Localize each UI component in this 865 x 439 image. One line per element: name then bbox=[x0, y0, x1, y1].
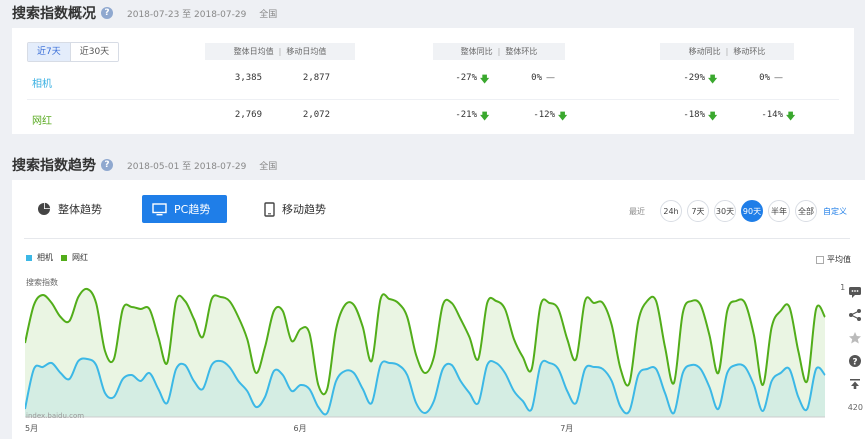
trend-header: 搜索指数趋势 ? 2018-05-01 至 2018-07-29 全国 bbox=[12, 152, 287, 178]
average-label: 平均值 bbox=[827, 255, 851, 264]
divider bbox=[24, 238, 850, 239]
range-half-year-button[interactable]: 半年 bbox=[768, 200, 790, 222]
help-icon[interactable]: ? bbox=[101, 159, 113, 171]
column-mobile-yoy: 移动同比 bbox=[688, 47, 721, 56]
tab-overall-trend[interactable]: 整体趋势 bbox=[27, 195, 112, 223]
down-arrow-icon: 🡇 bbox=[786, 112, 796, 122]
overall-yoy-value: -21% bbox=[455, 110, 477, 120]
down-arrow-icon: 🡇 bbox=[558, 112, 568, 122]
mobile-avg-value: 2,072 bbox=[302, 110, 330, 120]
watermark: index.baidu.com bbox=[26, 412, 85, 420]
column-mobile-qoq: 移动环比 bbox=[733, 47, 766, 56]
range-label: 最近 bbox=[629, 206, 645, 216]
column-header-overall-change: 整体同比 | 整体环比 bbox=[433, 43, 565, 60]
range-all-button[interactable]: 全部 bbox=[795, 200, 817, 222]
keyword-label[interactable]: 相机 bbox=[32, 75, 52, 90]
legend-swatch bbox=[26, 254, 32, 261]
range-7d-button[interactable]: 7天 bbox=[687, 200, 709, 222]
star-icon[interactable] bbox=[845, 326, 865, 349]
column-header-averages: 整体日均值 | 移动日均值 bbox=[205, 43, 355, 60]
range-30d-button[interactable]: 30天 bbox=[714, 200, 736, 222]
overall-avg-value: 2,769 bbox=[234, 110, 262, 120]
svg-text:?: ? bbox=[852, 357, 857, 367]
x-tick-label: 5月 bbox=[25, 424, 39, 433]
legend-label: 网红 bbox=[72, 253, 88, 262]
trend-chart[interactable] bbox=[25, 285, 839, 435]
custom-range-link[interactable]: 自定义 bbox=[823, 206, 847, 217]
overall-qoq-value: 0% bbox=[531, 73, 542, 83]
table-row: 相机 3,385 2,877 -27% 🡇 0% — -29% 🡇 0% — bbox=[12, 62, 854, 96]
column-mobile-avg: 移动日均值 bbox=[286, 47, 327, 56]
column-overall-yoy: 整体同比 bbox=[460, 47, 493, 56]
trend-region: 全国 bbox=[259, 161, 278, 172]
legend-label: 相机 bbox=[37, 253, 53, 262]
x-tick-label: 6月 bbox=[293, 424, 307, 433]
average-checkbox[interactable] bbox=[816, 255, 824, 264]
overall-yoy-value: -27% bbox=[455, 73, 477, 83]
trend-date-range: 2018-05-01 至 2018-07-29 bbox=[127, 161, 247, 172]
down-arrow-icon: 🡇 bbox=[708, 112, 718, 122]
overview-panel: 近7天 近30天 整体日均值 | 移动日均值 整体同比 | 整体环比 移动同比 | 移动环比… bbox=[12, 28, 854, 134]
flat-mark: — bbox=[774, 73, 783, 83]
column-overall-qoq: 整体环比 bbox=[505, 47, 538, 56]
tab-label: 整体趋势 bbox=[58, 203, 102, 216]
column-header-mobile-change: 移动同比 | 移动环比 bbox=[660, 43, 794, 60]
help-icon[interactable]: ? bbox=[101, 7, 113, 19]
time-range-selector: 最近 24h 7天 30天 90天 半年 全部 自定义 bbox=[629, 200, 847, 222]
overview-region: 全国 bbox=[259, 9, 278, 20]
tab-last-30-days[interactable]: 近30天 bbox=[70, 43, 119, 61]
down-arrow-icon: 🡇 bbox=[480, 75, 490, 85]
flat-mark: — bbox=[546, 73, 555, 83]
overview-date-range: 2018-07-23 至 2018-07-29 bbox=[127, 9, 247, 20]
down-arrow-icon: 🡇 bbox=[480, 112, 490, 122]
share-icon[interactable] bbox=[845, 303, 865, 326]
overall-avg-value: 3,385 bbox=[234, 73, 262, 83]
pie-chart-icon bbox=[37, 202, 51, 216]
tab-pc-trend[interactable]: PC趋势 bbox=[142, 195, 227, 223]
average-toggle[interactable]: 平均值 bbox=[816, 254, 851, 265]
tab-label: 移动趋势 bbox=[282, 203, 326, 216]
mobile-qoq-value: -14% bbox=[761, 110, 783, 120]
table-row: 网红 2,769 2,072 -21% 🡇 -12% 🡇 -18% 🡇 -14%… bbox=[12, 99, 854, 133]
tab-mobile-trend[interactable]: 移动趋势 bbox=[254, 195, 336, 223]
mobile-avg-value: 2,877 bbox=[302, 73, 330, 83]
period-tabs: 近7天 近30天 bbox=[27, 42, 120, 62]
trend-meta: 2018-05-01 至 2018-07-29 全国 bbox=[127, 159, 287, 172]
trend-panel: 整体趋势 PC趋势 移动趋势 最近 24h 7天 30天 90天 半年 全部 自… bbox=[12, 180, 865, 439]
tab-label: PC趋势 bbox=[174, 203, 211, 216]
range-24h-button[interactable]: 24h bbox=[660, 200, 682, 222]
legend-item-influencer[interactable]: 网红 bbox=[61, 252, 88, 263]
overall-qoq-value: -12% bbox=[533, 110, 555, 120]
monitor-icon bbox=[152, 202, 167, 216]
legend-item-camera[interactable]: 相机 bbox=[26, 252, 53, 263]
chart-legend: 相机 网红 bbox=[26, 252, 96, 263]
mobile-icon bbox=[264, 201, 275, 217]
help-icon[interactable]: ? bbox=[845, 349, 865, 372]
mobile-yoy-value: -18% bbox=[683, 110, 705, 120]
x-tick-label: 7月 bbox=[560, 424, 574, 433]
mobile-yoy-value: -29% bbox=[683, 73, 705, 83]
side-toolbar: ? bbox=[845, 280, 865, 395]
comment-icon[interactable] bbox=[845, 280, 865, 303]
y-tick-label: 420 bbox=[847, 403, 863, 412]
tab-last-7-days[interactable]: 近7天 bbox=[28, 43, 71, 61]
legend-swatch bbox=[61, 254, 67, 261]
down-arrow-icon: 🡇 bbox=[708, 75, 718, 85]
trend-title: 搜索指数趋势 bbox=[12, 158, 96, 174]
column-overall-avg: 整体日均值 bbox=[233, 47, 274, 56]
mobile-qoq-value: 0% bbox=[759, 73, 770, 83]
back-to-top-icon[interactable] bbox=[845, 372, 865, 395]
overview-header: 搜索指数概况 ? 2018-07-23 至 2018-07-29 全国 bbox=[12, 0, 287, 26]
keyword-label[interactable]: 网红 bbox=[32, 112, 52, 127]
overview-meta: 2018-07-23 至 2018-07-29 全国 bbox=[127, 7, 287, 20]
overview-title: 搜索指数概况 bbox=[12, 6, 96, 22]
range-90d-button[interactable]: 90天 bbox=[741, 200, 763, 222]
